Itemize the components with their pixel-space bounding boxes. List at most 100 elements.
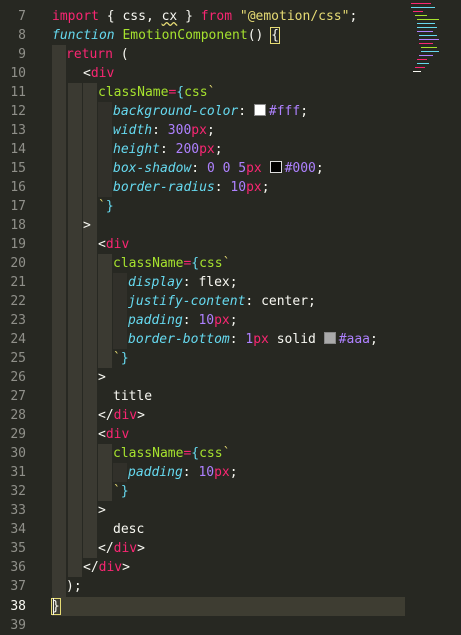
css-property: box-shadow [113,161,192,176]
line-number: 24 [10,332,26,347]
punctuation: : [245,294,262,309]
line-number: 36 [10,560,26,575]
code-editor[interactable]: 7 8 9 10 11 12 13 14 15 16 17 18 19 20 2… [0,0,461,633]
code-line[interactable]: width: 300px; [113,121,215,140]
backtick: ` [98,199,106,214]
tag-name: div [105,237,130,252]
css-value: center [261,294,309,309]
code-line[interactable]: className={css` [113,254,230,273]
code-line[interactable]: height: 200px; [113,140,223,159]
function-name: css [184,85,208,100]
css-value: flex [198,275,230,290]
code-line[interactable]: box-shadow: 0 0 5px #000; [113,159,324,178]
code-line[interactable]: function EmotionComponent() { [52,26,280,45]
code-line[interactable]: return ( [66,45,129,64]
code-line[interactable]: <div [98,425,129,444]
code-line[interactable]: `} [113,349,129,368]
minimap-line [417,27,437,28]
number: 200 [175,142,200,157]
minimap-line [413,11,423,12]
punctuation: () [247,28,272,43]
attribute: className [98,85,169,100]
minimap-line [421,51,439,52]
css-property: width [113,123,153,138]
tag-bracket: > [98,370,106,385]
minimap-line [411,3,431,4]
code-line[interactable]: <div [98,235,129,254]
code-line[interactable]: title [113,387,152,406]
code-line[interactable]: border-radius: 10px; [113,178,270,197]
code-line[interactable]: <div [83,64,114,83]
line-number: 35 [10,541,26,556]
current-line-highlight [52,597,405,616]
css-property: display [128,275,183,290]
number: 300 [167,123,192,138]
punctuation: : [182,465,199,480]
line-number: 20 [10,256,26,271]
css-property: justify-content [128,294,246,309]
backtick: ` [113,351,121,366]
attribute: className [113,446,184,461]
keyword: import [52,9,99,24]
code-line[interactable]: className={css` [113,444,230,463]
code-line[interactable]: ); [66,577,82,596]
code-line[interactable]: </div> [98,406,145,425]
line-number: 27 [10,389,26,404]
identifier: css [122,9,146,24]
code-line[interactable]: import { css, cx } from "@emotion/css"; [52,7,357,26]
minimap-line [419,39,439,40]
indent-guide [113,273,127,349]
minimap-line [421,47,437,48]
unit: px [214,465,230,480]
identifier-unused: cx [161,9,178,24]
unit: px [199,142,215,157]
unit: px [246,180,262,195]
minimap-line [417,23,435,24]
backtick: ` [222,256,231,271]
attribute: className [113,256,184,271]
punctuation: } [120,351,129,366]
number: 5 [238,161,247,176]
code-line[interactable]: className={css` [98,83,215,102]
line-number: 37 [10,579,26,594]
code-line[interactable]: border-bottom: 1px solid #aaa; [128,330,378,349]
punctuation: { [191,256,200,271]
unit: px [246,161,270,176]
code-line[interactable]: padding: 10px; [128,463,238,482]
code-line[interactable]: </div> [98,539,145,558]
punctuation: : [159,142,176,157]
tag-name: div [98,560,123,575]
tag-bracket: < [98,237,106,252]
punctuation: ; [370,332,378,347]
punctuation: ); [66,579,82,594]
code-line[interactable]: desc [113,520,144,539]
punctuation: : [191,161,207,176]
code-line[interactable]: > [98,368,106,387]
punctuation: : [214,180,231,195]
code-line[interactable]: `} [113,482,129,501]
code-line[interactable]: display: flex; [128,273,238,292]
code-line[interactable]: `} [98,197,114,216]
number: 10 [230,180,247,195]
punctuation: ; [214,142,223,157]
code-line[interactable]: background-color: #fff; [113,102,308,121]
tag-bracket: </ [83,560,99,575]
punctuation: : [229,332,246,347]
code-line[interactable]: > [83,216,91,235]
color-swatch [269,161,282,173]
tag-bracket: > [122,560,130,575]
string: "@emotion/css" [239,9,350,24]
backtick: ` [113,484,121,499]
code-line[interactable]: > [98,501,106,520]
function-name: css [199,446,223,461]
tag-bracket: </ [98,541,114,556]
code-line[interactable]: justify-content: center; [128,292,316,311]
indent-guide [98,254,112,368]
punctuation: ( [112,47,129,62]
code-line[interactable]: padding: 10px; [128,311,238,330]
unit: px [191,123,207,138]
minimap[interactable] [411,0,461,90]
code-line[interactable]: </div> [83,558,130,577]
line-number: 9 [18,47,26,62]
